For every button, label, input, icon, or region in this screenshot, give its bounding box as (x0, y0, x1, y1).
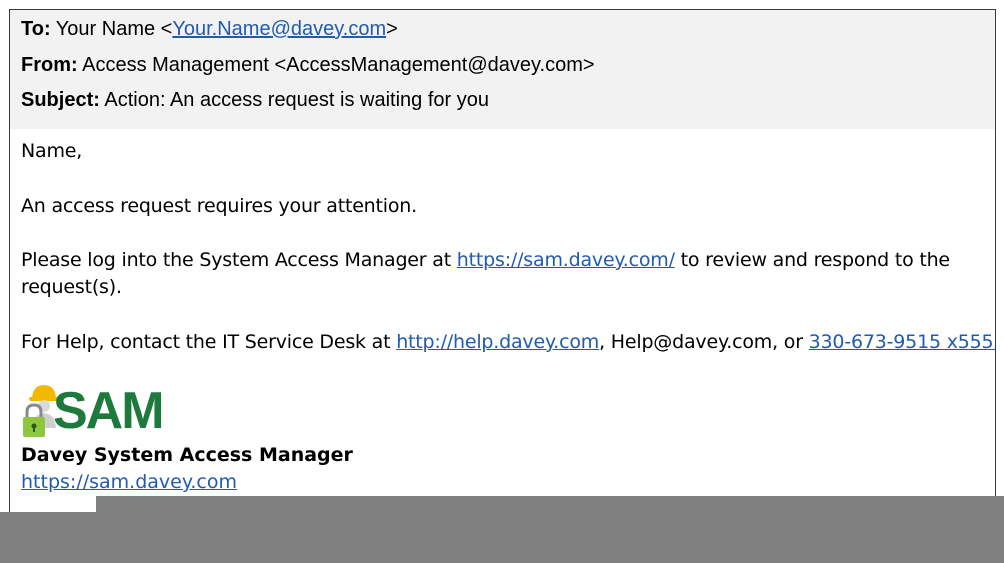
to-email-link[interactable]: Your.Name@davey.com (172, 18, 386, 40)
attention-text: An access request requires your attentio… (21, 195, 417, 217)
subject-label: Subject: (21, 89, 100, 111)
from-value: Access Management <AccessManagement@dave… (77, 54, 595, 76)
gray-overlay-band (0, 512, 1004, 563)
to-name: Your Name < (50, 18, 173, 40)
signature-link[interactable]: https://sam.davey.com (21, 471, 237, 493)
subject-value: Action: An access request is waiting for… (99, 89, 489, 111)
login-prefix: Please log into the System Access Manage… (21, 249, 457, 271)
help-link[interactable]: http://help.davey.com (396, 331, 599, 353)
to-suffix: > (386, 18, 398, 40)
login-suffix: to review and respond to the (674, 249, 950, 271)
greeting-text: Name, (21, 140, 83, 162)
from-line: From: Access Management <AccessManagemen… (21, 53, 595, 77)
from-label: From: (21, 54, 78, 76)
sam-logo: SAM (22, 382, 172, 438)
help-instruction: For Help, contact the IT Service Desk at… (21, 329, 995, 356)
signature-link-row: https://sam.davey.com (21, 469, 237, 496)
help-prefix: For Help, contact the IT Service Desk at (21, 331, 397, 353)
sam-link[interactable]: https://sam.davey.com/ (457, 249, 675, 271)
subject-line: Subject: Action: An access request is wa… (21, 88, 489, 112)
email-header: To: Your Name <Your.Name@davey.com> From… (10, 10, 995, 129)
to-label: To: (21, 18, 51, 40)
sam-logo-text: SAM (53, 382, 165, 440)
help-middle: , Help@davey.com, or (599, 331, 809, 353)
to-line: To: Your Name <Your.Name@davey.com> (21, 17, 398, 41)
phone-link[interactable]: 330-673-9515 x5555 (809, 331, 995, 353)
login-instruction-line2: request(s). (21, 276, 122, 298)
signature-name: Davey System Access Manager (21, 444, 353, 466)
email-message: To: Your Name <Your.Name@davey.com> From… (9, 9, 996, 529)
login-instruction: Please log into the System Access Manage… (21, 247, 950, 274)
